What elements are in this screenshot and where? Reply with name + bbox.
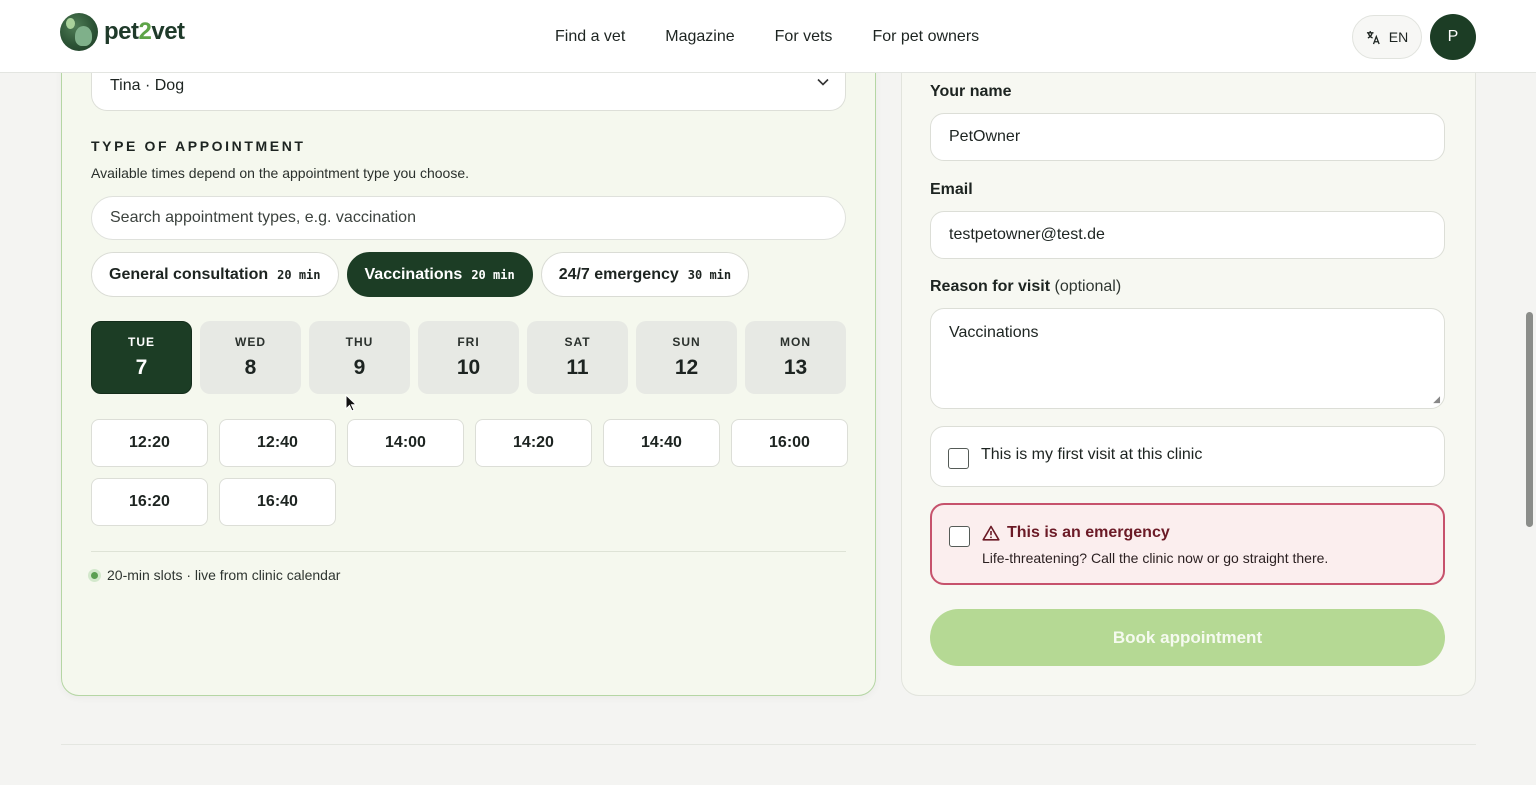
emergency-heading: This is an emergency (982, 524, 1170, 542)
first-visit-label: This is my first visit at this clinic (981, 446, 1203, 463)
day-number: 9 (353, 356, 366, 379)
language-code: EN (1388, 29, 1409, 45)
day-weekday: FRI (457, 335, 480, 349)
email-input[interactable] (930, 211, 1445, 259)
translate-icon (1366, 30, 1380, 44)
time-slot-grid: 12:20 12:40 14:00 14:20 14:40 16:00 16:2… (91, 419, 851, 526)
day-number: 13 (783, 356, 808, 379)
day-weekday: SAT (564, 335, 591, 349)
page-scrollbar-thumb[interactable] (1526, 312, 1533, 527)
reason-value: Vaccinations (949, 324, 1039, 341)
chip-vaccinations[interactable]: Vaccinations 20 min (346, 252, 533, 297)
name-input[interactable] (930, 113, 1445, 161)
day-wed-8[interactable]: WED 8 (200, 321, 301, 394)
appointment-type-description: Available times depend on the appointmen… (91, 165, 469, 181)
day-weekday: WED (235, 335, 266, 349)
time-slot-button[interactable]: 16:40 (219, 478, 336, 526)
time-slot-button[interactable]: 14:00 (347, 419, 464, 467)
chip-label: 24/7 emergency (558, 265, 679, 283)
day-sat-11[interactable]: SAT 11 (527, 321, 628, 394)
day-weekday: MON (780, 335, 811, 349)
nav-magazine[interactable]: Magazine (665, 27, 734, 47)
nav-for-vets[interactable]: For vets (775, 27, 833, 47)
emergency-option[interactable]: This is an emergency Life-threatening? C… (930, 503, 1445, 585)
day-number: 12 (674, 356, 699, 379)
day-tue-7[interactable]: TUE 7 (91, 321, 192, 394)
pet2vet-logo[interactable]: pet2vet (60, 13, 185, 51)
chip-duration: 20 min (471, 267, 515, 282)
day-number: 11 (566, 356, 589, 379)
day-number: 10 (456, 356, 481, 379)
nav-for-pet-owners[interactable]: For pet owners (872, 27, 979, 47)
user-avatar[interactable]: P (1430, 14, 1476, 60)
first-visit-option[interactable]: This is my first visit at this clinic (930, 426, 1445, 487)
day-sun-12[interactable]: SUN 12 (636, 321, 737, 394)
reason-label: Reason for visit (optional) (930, 278, 1121, 296)
emergency-description: Life-threatening? Call the clinic now or… (982, 550, 1329, 566)
name-label: Your name (930, 83, 1012, 100)
footer-divider (61, 744, 1476, 745)
emergency-checkbox[interactable] (949, 526, 970, 547)
chip-duration: 20 min (277, 267, 321, 282)
resize-grip-icon[interactable]: ◢ (1433, 394, 1440, 405)
appointment-type-heading: TYPE OF APPOINTMENT (91, 138, 306, 154)
appointment-type-chips: General consultation 20 min Vaccinations… (91, 252, 750, 297)
day-picker: TUE 7 WED 8 THU 9 FRI 10 SAT 11 SUN 12 M… (91, 321, 846, 394)
chip-label: Vaccinations (364, 265, 463, 283)
pet2vet-logo-icon (60, 13, 98, 51)
chip-general-consultation[interactable]: General consultation 20 min (91, 252, 339, 297)
day-weekday: THU (345, 335, 374, 349)
day-thu-9[interactable]: THU 9 (309, 321, 410, 394)
chip-24-7-emergency[interactable]: 24/7 emergency 30 min (540, 252, 750, 297)
day-number: 8 (244, 356, 257, 379)
time-slot-button[interactable]: 16:00 (731, 419, 848, 467)
reason-optional-hint: (optional) (1054, 278, 1122, 295)
chip-duration: 30 min (687, 267, 732, 282)
reason-label-text: Reason for visit (930, 278, 1051, 295)
live-calendar-note: 20-min slots · live from clinic calendar (88, 567, 340, 583)
nav-find-a-vet[interactable]: Find a vet (555, 27, 625, 47)
time-slot-button[interactable]: 12:40 (219, 419, 336, 467)
time-slot-button[interactable]: 16:20 (91, 478, 208, 526)
emergency-title: This is an emergency (1007, 524, 1170, 541)
book-appointment-button[interactable]: Book appointment (930, 609, 1445, 666)
day-weekday: SUN (672, 335, 701, 349)
email-label: Email (930, 181, 973, 198)
live-status-dot-icon (88, 568, 101, 582)
time-slot-button[interactable]: 12:20 (91, 419, 208, 467)
warning-triangle-icon (982, 525, 1000, 541)
day-number: 7 (135, 356, 148, 379)
language-switcher-button[interactable]: EN (1352, 15, 1422, 59)
reason-textarea[interactable]: Vaccinations ◢ (930, 308, 1445, 409)
pet-select-value: Tina · Dog (110, 77, 185, 94)
day-fri-10[interactable]: FRI 10 (418, 321, 519, 394)
day-mon-13[interactable]: MON 13 (745, 321, 846, 394)
time-slot-button[interactable]: 14:40 (603, 419, 720, 467)
live-note-text: 20-min slots · live from clinic calendar (107, 567, 341, 583)
mouse-pointer-icon (345, 394, 357, 412)
top-navigation-bar: pet2vet Find a vet Magazine For vets For… (0, 0, 1536, 73)
time-slot-button[interactable]: 14:20 (475, 419, 592, 467)
appointment-type-search-input[interactable] (91, 196, 846, 240)
logo-wordmark: pet2vet (104, 18, 185, 45)
section-divider (91, 551, 846, 552)
day-weekday: TUE (128, 335, 155, 349)
chip-label: General consultation (109, 265, 269, 283)
chevron-down-icon (817, 78, 829, 86)
main-nav: Find a vet Magazine For vets For pet own… (555, 27, 1019, 47)
first-visit-checkbox[interactable] (948, 448, 969, 469)
